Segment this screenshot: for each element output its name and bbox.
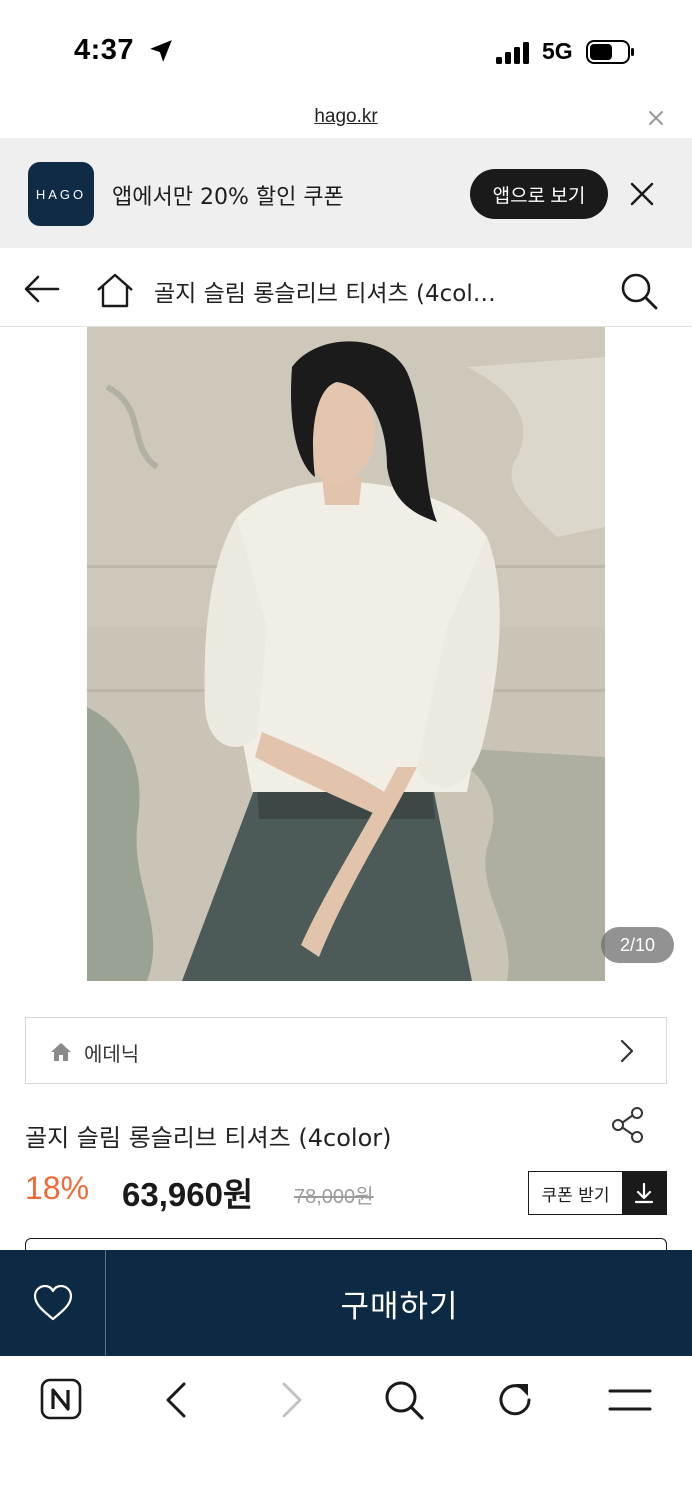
- search-icon[interactable]: [382, 1378, 426, 1422]
- home-icon[interactable]: [96, 272, 134, 308]
- naver-n-icon[interactable]: [40, 1378, 84, 1422]
- status-time: 4:37: [74, 34, 135, 66]
- app-install-banner: HAGO 앱에서만 20% 할인 쿠폰 앱으로 보기: [0, 138, 692, 248]
- back-arrow-icon[interactable]: [24, 274, 60, 304]
- brand-name: 에데닉: [84, 1042, 140, 1066]
- network-type: 5G: [542, 38, 573, 64]
- location-arrow-icon: [150, 40, 172, 62]
- wishlist-button[interactable]: [0, 1250, 106, 1356]
- product-photo-illustration: [87, 327, 605, 981]
- share-icon[interactable]: [610, 1106, 646, 1144]
- page-title: 골지 슬림 롱슬리브 티셔츠 (4col…: [154, 281, 496, 307]
- get-coupon-button[interactable]: 쿠폰 받기: [528, 1171, 667, 1215]
- download-icon: [622, 1172, 666, 1214]
- original-price: 78,000원: [294, 1186, 374, 1208]
- chevron-right-icon: [620, 1039, 634, 1063]
- banner-message: 앱에서만 20% 할인 쿠폰: [112, 185, 344, 210]
- search-icon[interactable]: [620, 272, 658, 310]
- coupon-button-label: 쿠폰 받기: [541, 1185, 610, 1206]
- url-domain[interactable]: hago.kr: [0, 106, 692, 128]
- banner-close-icon[interactable]: [628, 180, 656, 208]
- cellular-signal-icon: [496, 42, 529, 64]
- status-bar: 4:37 5G: [0, 0, 692, 100]
- discount-rate: 18%: [25, 1170, 90, 1206]
- hago-logo: HAGO: [28, 162, 94, 226]
- heart-icon: [33, 1284, 72, 1321]
- store-home-icon: [51, 1043, 71, 1061]
- brand-store-link[interactable]: 에데닉: [25, 1017, 667, 1084]
- open-in-app-button[interactable]: 앱으로 보기: [470, 169, 608, 219]
- image-counter: 2/10: [601, 927, 674, 963]
- sale-price: 63,960원: [122, 1176, 254, 1213]
- purchase-bar: 구매하기: [0, 1250, 692, 1356]
- buy-button[interactable]: 구매하기: [107, 1250, 692, 1356]
- product-photo[interactable]: [87, 327, 605, 981]
- url-bar[interactable]: hago.kr: [0, 100, 692, 138]
- forward-arrow-icon: [282, 1382, 302, 1418]
- battery-icon: [586, 40, 634, 64]
- back-arrow-icon[interactable]: [156, 1378, 200, 1422]
- refresh-icon[interactable]: [494, 1378, 538, 1422]
- url-close-icon[interactable]: [646, 108, 666, 128]
- product-name: 골지 슬림 롱슬리브 티셔츠 (4color): [25, 1124, 392, 1152]
- browser-toolbar: [0, 1356, 692, 1500]
- menu-icon[interactable]: [608, 1378, 652, 1422]
- nav-header: 골지 슬림 롱슬리브 티셔츠 (4col…: [0, 248, 692, 327]
